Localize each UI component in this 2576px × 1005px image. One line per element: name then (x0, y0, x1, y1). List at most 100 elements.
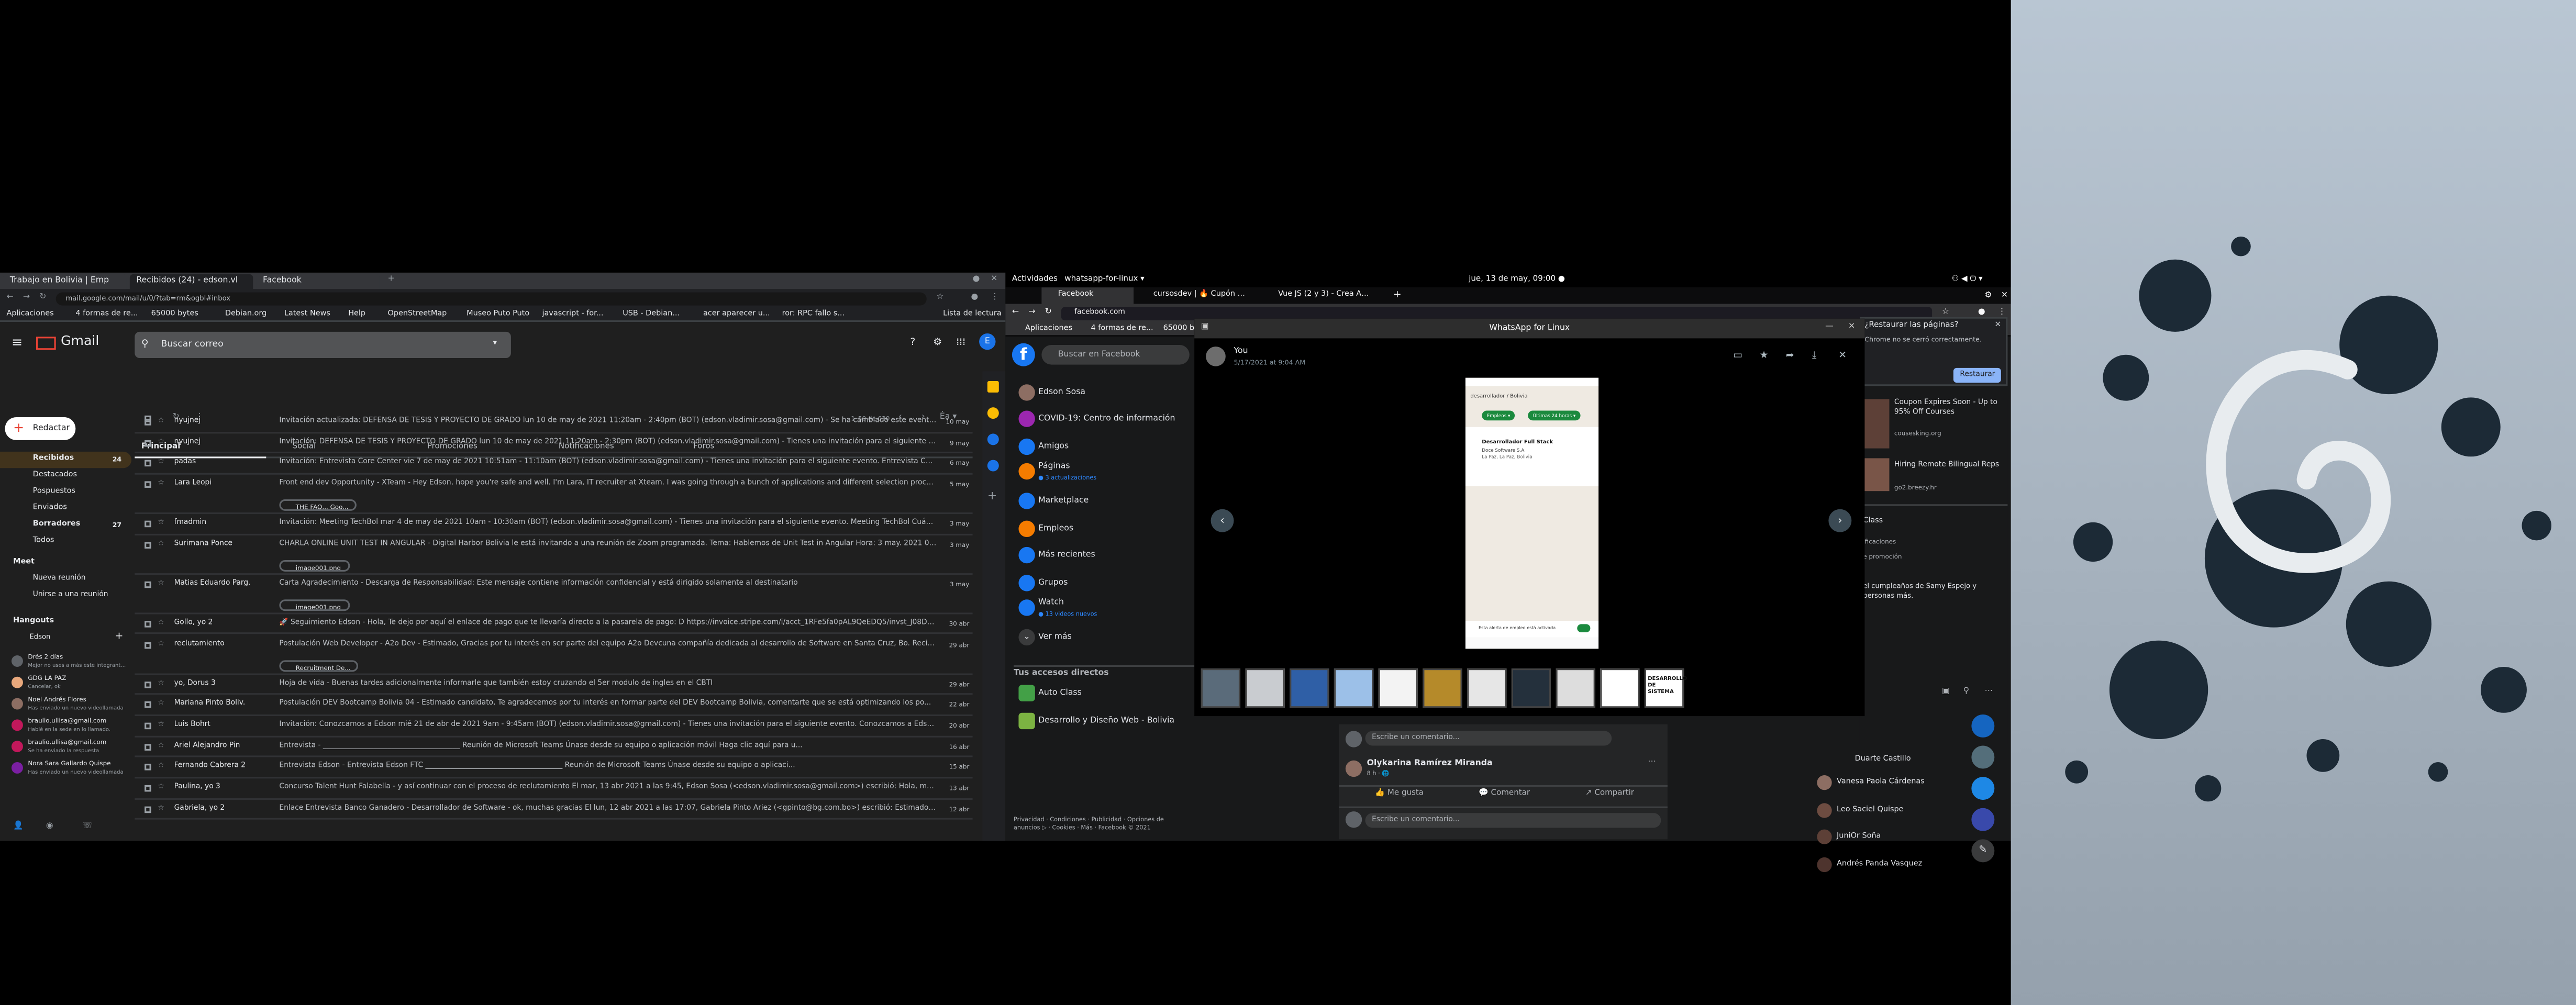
media-thumbnail[interactable] (1334, 668, 1374, 708)
keep-icon[interactable] (987, 407, 999, 419)
star-icon[interactable]: ☆ (158, 614, 164, 634)
bookmark[interactable]: Museo Puto Puto (467, 307, 529, 322)
bookmark[interactable]: OpenStreetMap (388, 307, 447, 322)
minimize-icon[interactable]: ● (973, 271, 980, 287)
share-button[interactable]: ↗ Compartir (1585, 790, 1634, 798)
media-thumbnail[interactable] (1600, 668, 1640, 708)
email-row[interactable]: ☆ reclutamiento Postulación Web Developer … (135, 635, 973, 675)
settings-icon[interactable]: ⚙ (933, 337, 942, 348)
fb-search-input[interactable]: Buscar en Facebook (1041, 344, 1190, 365)
row-checkbox[interactable] (145, 743, 151, 750)
profile-icon[interactable]: ● (971, 289, 978, 305)
bookmark[interactable]: 4 formas de re... (75, 307, 138, 322)
row-checkbox[interactable] (145, 419, 151, 426)
video-call-icon[interactable]: ▣ (1942, 687, 1950, 697)
email-row[interactable]: ☆ fmadmin Invitación: Meeting TechBol mar … (135, 514, 973, 535)
reload-icon[interactable]: ↻ (39, 289, 46, 305)
like-button[interactable]: 👍 Me gusta (1375, 790, 1424, 798)
tab-trabajo[interactable]: Trabajo en Bolivia | Emp (3, 274, 127, 289)
new-meeting-link[interactable]: Nueva reunión (33, 575, 86, 583)
join-meeting-link[interactable]: Unirse a una reunión (33, 591, 108, 600)
bookmark[interactable]: acer aparecer u... (703, 307, 770, 322)
media-thumbnail[interactable] (1245, 668, 1285, 708)
settings-icon[interactable]: ⚙ (1984, 287, 1992, 304)
clock[interactable]: jue, 13 de may, 09:00 ● (1469, 273, 1565, 287)
add-chat-icon[interactable]: + (115, 631, 124, 642)
chat-icon[interactable]: ▭ (1733, 350, 1742, 361)
ad-title[interactable]: Hiring Remote Bilingual Reps (1894, 462, 2003, 471)
row-checkbox[interactable] (145, 785, 151, 792)
row-checkbox[interactable] (145, 520, 151, 528)
url-input[interactable]: facebook.com (1061, 306, 1933, 320)
comment-input[interactable]: Escribe un comentario... (1365, 731, 1612, 746)
tab-gmail[interactable]: Recibidos (24) - edson.vl (129, 274, 253, 289)
email-row[interactable]: ☆ Surimana Ponce CHARLA ONLINE UNIT TEST I… (135, 535, 973, 575)
fb-menu-groups[interactable]: Grupos (1018, 572, 1068, 595)
contact-item[interactable]: Andrés Panda Vasquez (1817, 853, 1922, 879)
app-menu[interactable]: whatsapp-for-linux ▾ (1064, 273, 1144, 287)
tab-cursosdev[interactable]: cursosdev | 🔥 Cupón U... (1137, 287, 1246, 304)
right-item[interactable]: e promoción (1863, 552, 1902, 560)
email-row[interactable]: ☆ nyujnej Invitación: DEFENSA DE TESIS Y P… (135, 433, 973, 454)
more-options-icon[interactable]: ⋯ (1984, 687, 1993, 697)
ad-title[interactable]: Coupon Expires Soon - Up to 95% Off Cour… (1894, 399, 2003, 417)
row-checkbox[interactable] (145, 722, 151, 729)
close-icon[interactable]: ✕ (2001, 287, 2008, 304)
email-row[interactable]: ☆ Lara Leopi Front end dev Opportunity - X… (135, 475, 973, 515)
menu-icon[interactable]: ⋮ (991, 289, 999, 305)
sidebar-item-todos[interactable]: Todos (0, 534, 131, 550)
right-item[interactable]: Class (1863, 517, 1883, 526)
close-icon[interactable]: ✕ (991, 271, 997, 287)
attachment-chip[interactable]: Recruitment De... (279, 659, 359, 671)
star-icon[interactable]: ☆ (158, 514, 164, 534)
search-options-icon[interactable]: ▾ (493, 338, 497, 348)
star-icon[interactable]: ☆ (158, 635, 164, 655)
star-icon[interactable]: ☆ (158, 778, 164, 798)
hangout-contact[interactable]: Nora Sara Gallardo Quispe Has enviado un … (28, 761, 126, 775)
bookmark[interactable]: USB - Debian... (623, 307, 680, 322)
shortcut-item[interactable]: Auto Class (1018, 682, 1082, 705)
fb-menu-marketplace[interactable]: Marketplace (1018, 489, 1089, 512)
media-thumbnail[interactable] (1511, 668, 1551, 708)
bookmark[interactable]: Aplicaciones (7, 307, 54, 322)
email-row[interactable]: ☆ Luis Bohrt Invitación: Conozcamos a Edso… (135, 716, 973, 737)
email-row[interactable]: ☆ Matias Eduardo Parg. Carta Agradecimient… (135, 575, 973, 614)
fb-menu-profile[interactable]: Edson Sosa (1018, 381, 1085, 404)
contacts-icon[interactable] (987, 460, 999, 472)
close-icon[interactable]: ✕ (1848, 322, 1855, 332)
email-row[interactable]: ☆ Mariana Pinto Boliv. Postulación DEV Boo… (135, 695, 973, 716)
contact-item[interactable]: JuniOr Soña (1817, 824, 1881, 851)
bookmark[interactable]: Aplicaciones (1025, 322, 1072, 337)
star-icon[interactable]: ☆ (158, 412, 164, 432)
hangout-contact[interactable]: GDG LA PAZ Cancelar, ok (28, 675, 126, 690)
fb-menu-pages[interactable]: Páginas ● 3 actualizaciones (1018, 460, 1096, 483)
media-thumbnail[interactable] (1290, 668, 1329, 708)
next-media-icon[interactable]: › (1828, 509, 1852, 532)
email-row[interactable]: ☆ yo, Dorus 3 Hoja de vida - Buenas tardes… (135, 674, 973, 695)
fb-menu-watch[interactable]: Watch ● 13 videos nuevos (1018, 596, 1097, 619)
bookmark[interactable]: Latest News (284, 307, 330, 322)
star-icon[interactable]: ☆ (158, 575, 164, 595)
attachment-chip[interactable]: image001.png (279, 560, 349, 572)
apps-grid-icon[interactable]: ⁞⁞⁞ (956, 337, 965, 348)
tasks-icon[interactable] (987, 433, 999, 445)
person-icon[interactable]: 👤 (13, 821, 24, 831)
hangout-contact[interactable]: Noel Andrés Flores Has enviado un nuevo v… (28, 696, 126, 711)
bookmark[interactable]: Debian.org (225, 307, 267, 322)
star-icon[interactable]: ☆ (158, 716, 164, 736)
sidebar-item-pospuestos[interactable]: Pospuestos (0, 485, 131, 501)
close-icon[interactable]: ✕ (1994, 320, 2001, 330)
star-icon[interactable]: ★ (1760, 350, 1769, 361)
tab-vuejs[interactable]: Vue JS (2 y 3) - Crea Aplic... (1262, 287, 1370, 304)
star-icon[interactable]: ☆ (937, 289, 944, 305)
star-icon[interactable]: ☆ (158, 737, 164, 757)
star-icon[interactable]: ☆ (158, 454, 164, 474)
email-row[interactable]: ☆ Paulina, yo 3 Concurso Talent Hunt Falab… (135, 778, 973, 800)
prev-media-icon[interactable]: ‹ (1211, 509, 1234, 532)
row-checkbox[interactable] (145, 541, 151, 549)
media-thumbnail[interactable] (1556, 668, 1595, 708)
search-icon[interactable]: ⚲ (1963, 687, 1970, 697)
star-icon[interactable]: ☆ (158, 475, 164, 495)
forward-icon[interactable]: → (23, 289, 30, 305)
comment-input[interactable]: Escribe un comentario... (1365, 813, 1661, 828)
